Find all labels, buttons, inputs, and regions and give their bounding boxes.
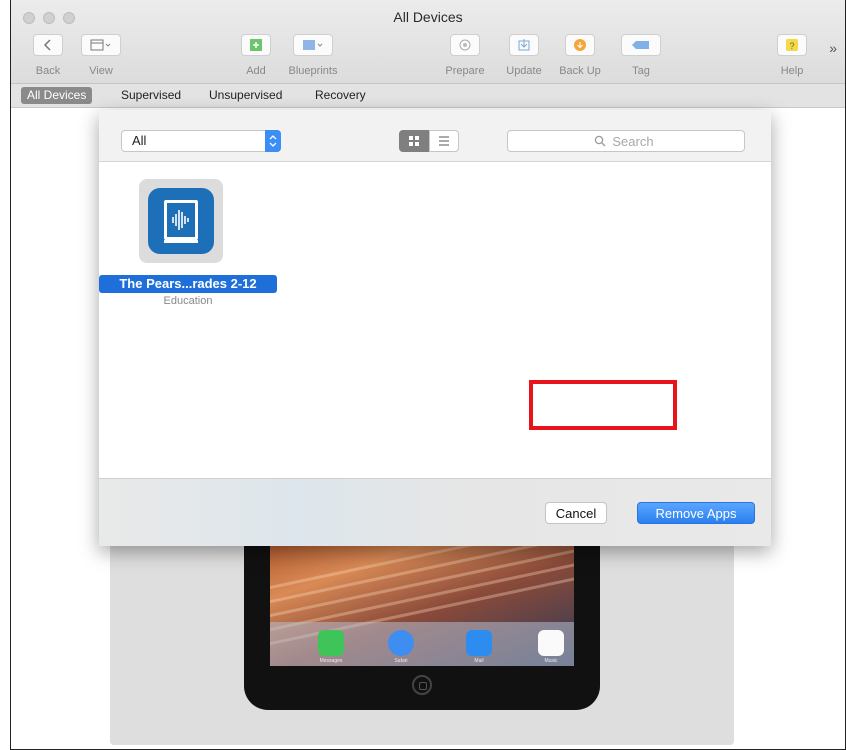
search-input[interactable] — [508, 131, 744, 151]
update-button[interactable]: Update — [492, 34, 556, 77]
music-icon: Music — [538, 630, 564, 664]
view-label: View — [89, 65, 113, 77]
add-button[interactable]: Add — [224, 34, 288, 77]
prepare-icon — [450, 34, 480, 56]
cancel-button[interactable]: Cancel — [545, 502, 607, 524]
apps-grid: The Pears...rades 2-12 Education — [99, 163, 771, 478]
sheet-footer: Cancel Remove Apps — [99, 478, 771, 546]
tag-icon — [621, 34, 661, 56]
search-field[interactable] — [507, 130, 745, 152]
highlight-annotation-box — [529, 380, 677, 430]
app-tile[interactable]: The Pears...rades 2-12 Education — [99, 179, 277, 319]
list-icon — [439, 136, 449, 146]
ipad-screen: Messages Safari Mail Music — [270, 540, 574, 666]
svg-text:?: ? — [789, 41, 794, 51]
remove-apps-button[interactable]: Remove Apps — [637, 502, 755, 524]
backup-label: Back Up — [559, 65, 601, 77]
filter-unsupervised[interactable]: Unsupervised — [203, 87, 288, 104]
filter-supervised[interactable]: Supervised — [115, 87, 187, 104]
ipad-dock: Messages Safari Mail Music — [270, 622, 574, 666]
view-button[interactable]: View — [69, 34, 133, 77]
blueprints-label: Blueprints — [288, 65, 338, 77]
help-label: Help — [780, 65, 804, 77]
filter-all-devices[interactable]: All Devices — [21, 87, 93, 104]
update-label: Update — [506, 65, 542, 77]
prepare-button[interactable]: Prepare — [433, 34, 497, 77]
back-icon — [33, 34, 63, 56]
app-name-label: The Pears...rades 2-12 — [99, 275, 277, 293]
mail-icon: Mail — [466, 630, 492, 664]
blueprints-button[interactable]: Blueprints — [281, 34, 345, 77]
tag-button[interactable]: Tag — [609, 34, 673, 77]
add-label: Add — [246, 65, 266, 77]
help-icon: ? — [777, 34, 807, 56]
device-filter-bar: All Devices Supervised Unsupervised Reco… — [11, 84, 845, 108]
filter-recovery[interactable]: Recovery — [309, 87, 372, 104]
add-icon — [241, 34, 271, 56]
category-select[interactable]: All — [121, 130, 281, 152]
help-button[interactable]: ? Help — [760, 34, 824, 77]
backup-icon — [565, 34, 595, 56]
grid-icon — [409, 136, 419, 146]
window-title: All Devices — [393, 9, 463, 25]
grid-view-toggle[interactable] — [399, 130, 429, 152]
update-icon — [509, 34, 539, 56]
app-category-label: Education — [163, 295, 213, 307]
ipad-home-button — [412, 675, 432, 695]
list-view-toggle[interactable] — [429, 130, 459, 152]
title-toolbar: All Devices Back View Add Blueprints Pre… — [11, 0, 845, 84]
app-window: All Devices Back View Add Blueprints Pre… — [10, 0, 846, 750]
view-icon — [81, 34, 121, 56]
book-icon — [148, 188, 214, 254]
chevron-updown-icon — [265, 130, 281, 152]
toolbar-overflow-button[interactable]: » — [829, 40, 837, 56]
backup-button[interactable]: Back Up — [548, 34, 612, 77]
prepare-label: Prepare — [445, 65, 485, 77]
category-select-value: All — [132, 133, 147, 148]
messages-icon: Messages — [318, 630, 344, 664]
blueprints-icon — [293, 34, 333, 56]
tag-label: Tag — [632, 65, 650, 77]
safari-icon: Safari — [388, 630, 414, 664]
app-icon-frame — [139, 179, 223, 263]
sheet-header: All — [99, 110, 771, 162]
remove-apps-sheet: All Search The Pears...rades 2-12 Educat… — [99, 110, 771, 546]
